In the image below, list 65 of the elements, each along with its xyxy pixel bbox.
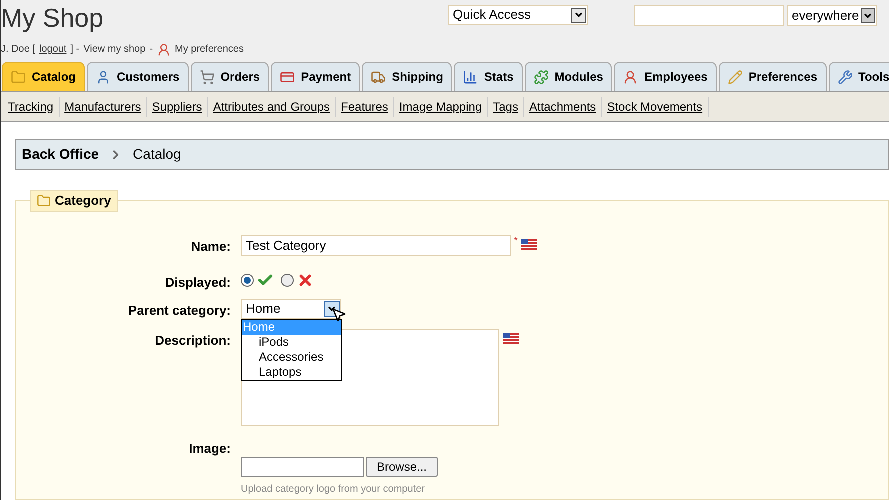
nav-tab[interactable]: Preferences (718, 62, 827, 91)
name-field[interactable]: Test Category (241, 235, 511, 256)
radio-button[interactable] (241, 274, 254, 287)
field-label: Image: (188, 440, 231, 458)
search-scope-select[interactable]: everywhere (787, 5, 877, 26)
folder-icon (37, 194, 51, 208)
caret-icon (574, 10, 584, 20)
shop-title: My Shop (1, 5, 104, 31)
nav-tab[interactable]: Payment (271, 62, 360, 91)
flag-icon (503, 333, 519, 344)
panel-legend: Category (30, 190, 118, 212)
nav-tab[interactable]: Customers (87, 62, 189, 91)
card-icon (280, 70, 296, 84)
separator-text: - (150, 43, 154, 57)
nav-tab[interactable]: Orders (190, 62, 270, 91)
subnav-link[interactable]: Suppliers (147, 98, 208, 116)
field-label: Displayed: (164, 274, 231, 292)
separator-text: ] - (70, 43, 80, 57)
subnav-link[interactable]: Manufacturers (60, 98, 146, 116)
person-icon (623, 70, 638, 84)
hint-text: Upload category logo from your computer (241, 483, 425, 497)
subnav-link[interactable]: Tracking (3, 98, 59, 116)
logout-link[interactable]: logout (39, 42, 67, 57)
subnav-link[interactable]: Stock Movements (602, 98, 708, 116)
field-label: Name: (190, 238, 231, 256)
subnav-link[interactable]: Attachments (524, 98, 602, 116)
pencil-icon (728, 70, 743, 84)
wrench-icon (838, 70, 853, 84)
cross-icon (297, 272, 314, 289)
breadcrumb-item[interactable]: Catalog (133, 144, 182, 165)
file-field[interactable] (241, 457, 364, 477)
flag-icon (521, 239, 537, 250)
field-label: Description: (154, 332, 231, 350)
subnav-link[interactable]: Attributes and Groups (208, 98, 336, 116)
cart-icon (200, 70, 215, 84)
field-label: Parent category: (127, 302, 231, 320)
browse-button[interactable]: Browse... (366, 457, 438, 477)
radio-button[interactable] (281, 274, 294, 287)
required-mark: * (514, 235, 518, 249)
breadcrumb-item[interactable]: Back Office (22, 144, 100, 165)
bar-chart-icon (463, 70, 478, 84)
search-field[interactable] (634, 5, 784, 26)
nav-tab[interactable]: Stats (454, 62, 523, 91)
dropdown-option[interactable]: Accessories (242, 350, 341, 365)
user-name: J. Doe [ (1, 43, 36, 57)
quick-access-select[interactable]: Quick Access (448, 5, 588, 25)
truck-icon (371, 70, 386, 84)
subnav-link[interactable]: Image Mapping (394, 98, 488, 116)
caret-icon (327, 304, 337, 314)
dropdown-option[interactable]: Laptops (242, 365, 341, 380)
user-icon (96, 70, 112, 84)
nav-tab[interactable]: Catalog (2, 62, 86, 91)
dropdown-option[interactable]: iPods (242, 335, 341, 350)
nav-tab[interactable]: Employees (614, 62, 717, 91)
folder-icon (11, 70, 26, 84)
nav-tab[interactable]: Modules (524, 62, 612, 91)
puzzle-icon (534, 70, 549, 84)
view-shop-link[interactable]: View my shop (84, 42, 146, 57)
preferences-link[interactable]: My preferences (175, 42, 244, 57)
nav-tab[interactable]: Tools (828, 62, 889, 91)
subnav-link[interactable]: Tags (488, 98, 524, 116)
subnav-link[interactable]: Features (336, 98, 394, 116)
person-icon (157, 42, 172, 56)
nav-tab[interactable]: Shipping (362, 62, 452, 91)
parent-category-select[interactable]: Home (241, 299, 341, 319)
